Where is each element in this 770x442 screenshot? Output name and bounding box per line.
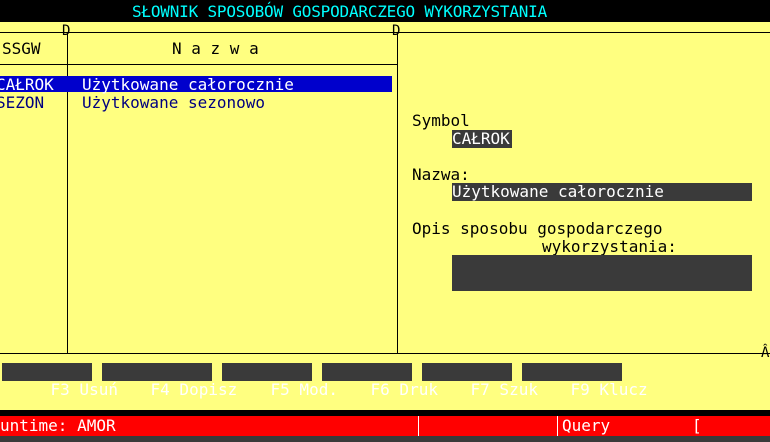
row-name: Użytkowane całorocznie — [82, 75, 294, 94]
column-header-nazwa: N a z w a — [172, 39, 259, 58]
symbol-field[interactable]: CAŁROK — [452, 130, 512, 148]
border-marker: Â — [761, 345, 770, 361]
runtime-label: untime: AMOR — [0, 416, 116, 435]
key-button-label: F9 Klucz — [570, 380, 648, 399]
delete-button[interactable]: F3 Usuń — [2, 363, 118, 399]
header-underline — [0, 64, 397, 65]
top-border — [0, 32, 770, 33]
row-code: CAŁROK — [0, 75, 54, 94]
main-panel: D D Â SSGW N a z w a CAŁROK Użytkowane c… — [0, 22, 770, 410]
bottom-border — [0, 353, 770, 354]
delete-button-label: F3 Usuń — [50, 380, 118, 399]
search-button-label: F7 Szuk — [470, 380, 538, 399]
name-field[interactable]: Użytkowane całorocznie — [452, 183, 752, 201]
modify-button[interactable]: F5 Mod. — [222, 363, 338, 399]
key-button[interactable]: F9 Klucz — [522, 363, 648, 399]
status-divider — [557, 416, 558, 436]
add-button-label: F4 Dopisz — [150, 380, 238, 399]
print-button-label: F6 Druk — [370, 380, 438, 399]
border-marker: D — [392, 23, 401, 39]
modify-button-label: F5 Mod. — [270, 380, 338, 399]
column-header-ssgw: SSGW — [2, 39, 41, 58]
description-label: Opis sposobu gospodarczego — [412, 219, 663, 238]
description-field[interactable] — [452, 255, 752, 291]
table-row[interactable]: SEZON Użytkowane sezonowo — [0, 94, 392, 112]
app-window: SŁOWNIK SPOSOBÓW GOSPODARCZEGO WYKORZYST… — [0, 0, 770, 442]
row-code: SEZON — [0, 93, 45, 112]
window-title: SŁOWNIK SPOSOBÓW GOSPODARCZEGO WYKORZYST… — [132, 2, 548, 21]
pane-divider — [397, 32, 398, 353]
description-label-cont: wykorzystania: — [542, 237, 677, 256]
status-bracket: [ ] — [692, 416, 770, 435]
border-marker: D — [62, 23, 71, 39]
row-name: Użytkowane sezonowo — [82, 93, 266, 112]
table-row[interactable]: CAŁROK Użytkowane całorocznie — [0, 76, 392, 94]
bottom-strip — [0, 436, 770, 442]
title-bar: SŁOWNIK SPOSOBÓW GOSPODARCZEGO WYKORZYST… — [0, 0, 770, 22]
symbol-label: Symbol — [412, 111, 470, 130]
status-bar: untime: AMOR Query [ ] — [0, 416, 770, 436]
mode-indicator: Query — [562, 416, 611, 435]
print-button[interactable]: F6 Druk — [322, 363, 438, 399]
status-divider — [418, 416, 419, 436]
add-button[interactable]: F4 Dopisz — [102, 363, 237, 399]
search-button[interactable]: F7 Szuk — [422, 363, 538, 399]
